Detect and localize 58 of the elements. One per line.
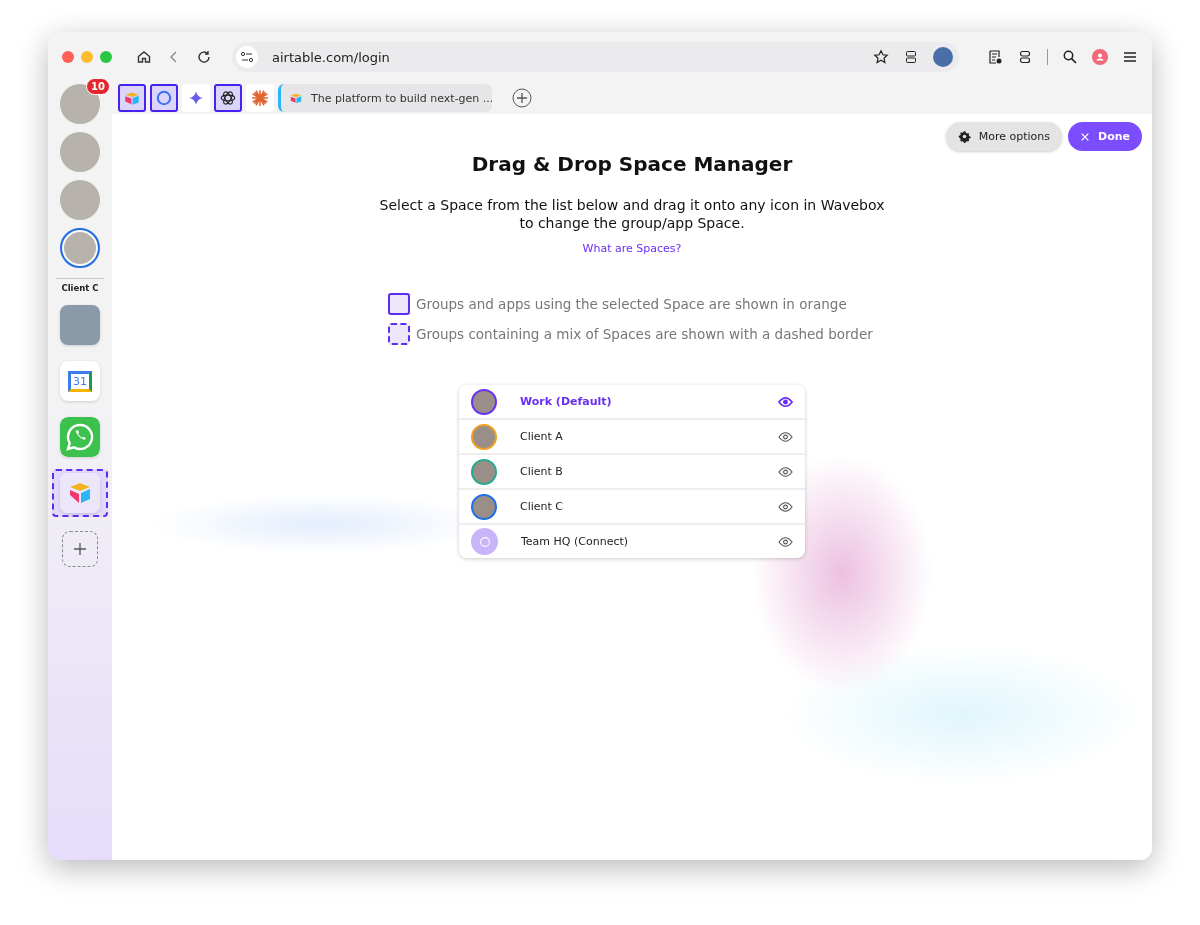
new-tab-icon[interactable] [512,88,532,108]
address-bar[interactable]: airtable.com/login [232,42,959,72]
app-tab[interactable] [118,84,146,112]
home-icon[interactable] [136,49,152,65]
legend-text: Groups containing a mix of Spaces are shown with a dashed border [416,326,873,342]
app-tab[interactable] [214,84,242,112]
dialog-title: Drag & Drop Space Manager [471,152,793,176]
calendar-app-button[interactable]: 31 [60,361,100,401]
tab-title: The platform to build next-gen ... [311,91,494,105]
space-name: Work (Default) [520,395,613,408]
eye-icon[interactable] [778,395,793,408]
done-button[interactable]: Done [1068,122,1142,151]
space-row[interactable]: Client A [459,418,805,453]
search-icon[interactable] [1062,49,1078,65]
app-tab[interactable] [182,84,210,112]
space-name: Team HQ (Connect) [521,535,630,548]
legend-swatch [388,293,410,315]
plus-icon [72,541,88,557]
eye-icon[interactable] [778,430,793,443]
space-name: Client C [520,500,565,513]
browser-tab[interactable]: The platform to build next-gen ... [278,84,492,112]
close-icon [1080,131,1090,142]
legend-text: Groups and apps using the selected Space are shown in orange [416,296,847,312]
url-text: airtable.com/login [272,49,390,65]
box-logo-icon[interactable] [60,473,100,513]
space-row[interactable]: Client C [459,488,805,523]
app-tab[interactable] [150,84,178,112]
ring-icon [155,89,173,107]
site-settings-icon[interactable] [236,46,258,68]
menu-icon[interactable] [1122,49,1138,65]
space-name: Client B [520,465,564,478]
pill-icon[interactable] [1017,49,1033,65]
box-logo-icon [289,91,303,105]
account-icon[interactable] [1092,49,1108,65]
knot-icon [219,89,237,107]
profile-avatar[interactable] [60,228,100,268]
notification-badge: 10 [86,78,110,95]
more-options-button[interactable]: More options [945,122,1062,151]
space-row[interactable]: Team HQ (Connect) [459,523,805,558]
space-row[interactable]: Work (Default) [459,385,805,418]
burst-icon [251,89,269,107]
settings-icon [957,130,971,143]
reload-icon[interactable] [196,49,212,65]
help-link[interactable]: What are Spaces? [582,242,682,255]
eye-icon[interactable] [778,465,793,478]
add-app-button[interactable] [62,531,98,567]
eye-icon[interactable] [778,500,793,513]
legend-swatch [388,323,410,345]
eye-icon[interactable] [778,535,793,548]
split-view-icon[interactable] [903,49,919,65]
reading-list-icon[interactable] [987,49,1003,65]
space-row[interactable]: Client B [459,453,805,488]
profile-avatar[interactable] [933,47,953,67]
star-icon[interactable] [873,49,889,65]
close-window-button[interactable] [62,51,74,63]
group-label: Client C [61,283,99,293]
description-text: Select a Space from the list below and drag it onto any icon in Wavebox to change the group/app Space. [378,196,886,232]
space-name: Client A [520,430,564,443]
